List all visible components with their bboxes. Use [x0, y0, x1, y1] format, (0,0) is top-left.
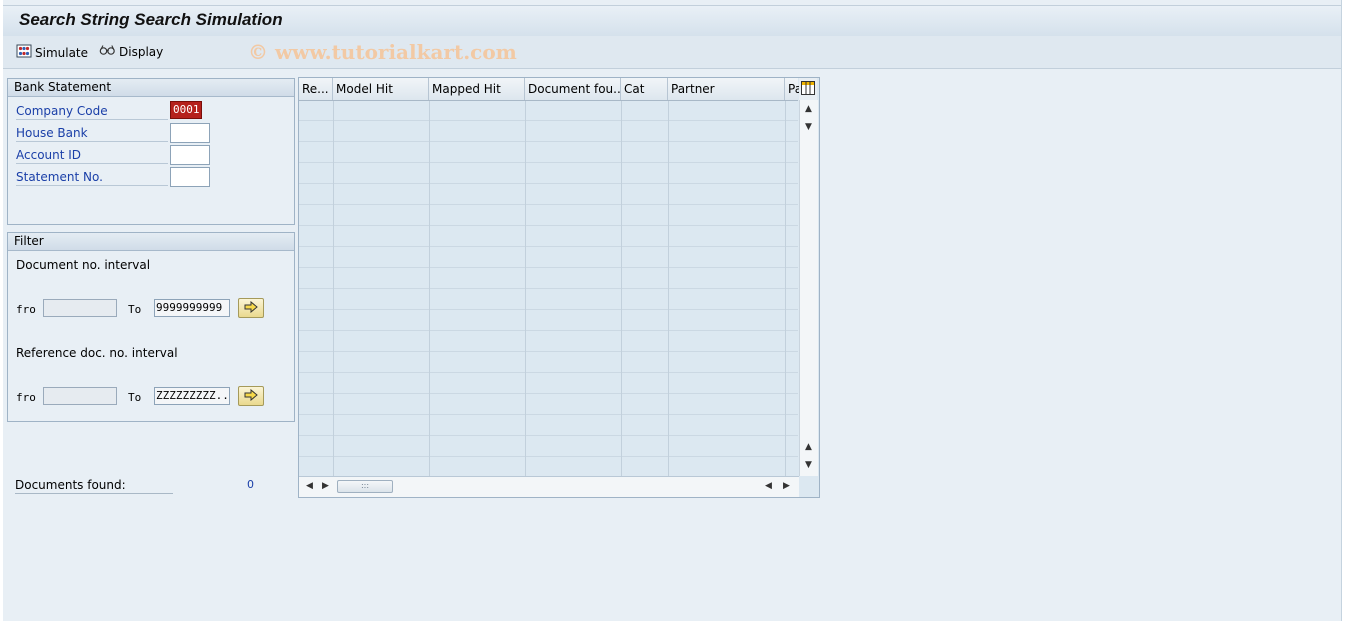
filter-group: Filter Document no. interval fro To 9999…	[7, 232, 295, 422]
ref-to-label: To	[128, 391, 142, 404]
screen-canvas: Search String Search Simulation Simulate	[3, 0, 1342, 621]
glasses-icon	[99, 44, 116, 59]
column-header-pa[interactable]: Pa	[785, 78, 799, 100]
simulate-icon	[16, 44, 32, 61]
grid-body[interactable]	[299, 101, 798, 478]
column-divider	[429, 101, 430, 476]
table-row[interactable]	[299, 185, 798, 205]
ref-interval-label: Reference doc. no. interval	[16, 346, 178, 360]
table-row[interactable]	[299, 458, 798, 478]
scroll-right-end-icon[interactable]: ▶	[783, 481, 790, 491]
account-id-label: Account ID	[16, 148, 82, 162]
table-row[interactable]	[299, 269, 798, 289]
bank-statement-group: Bank Statement Company Code 0001 House B…	[7, 78, 295, 225]
table-row[interactable]	[299, 353, 798, 373]
table-row[interactable]	[299, 395, 798, 415]
simulate-button[interactable]: Simulate	[16, 44, 88, 61]
layout-settings-icon	[801, 80, 815, 98]
doc-to-label: To	[128, 303, 142, 316]
house-bank-underline	[16, 141, 168, 142]
table-row[interactable]	[299, 164, 798, 184]
column-divider	[785, 101, 786, 476]
scroll-left-icon[interactable]: ◀	[306, 481, 313, 491]
grid-header: Re... Model Hit Mapped Hit Document fou.…	[299, 78, 799, 101]
house-bank-label: House Bank	[16, 126, 88, 140]
scroll-page-up-icon[interactable]: ▲	[805, 442, 812, 452]
scroll-right-icon[interactable]: ▶	[322, 481, 329, 491]
table-row[interactable]	[299, 290, 798, 310]
table-row[interactable]	[299, 374, 798, 394]
display-button[interactable]: Display	[99, 44, 163, 59]
multiple-selection-arrow-icon	[244, 300, 258, 316]
table-row[interactable]	[299, 248, 798, 268]
account-id-underline	[16, 163, 168, 164]
table-row[interactable]	[299, 143, 798, 163]
application-toolbar: Simulate Display © www.tutorialkart.com	[3, 36, 1341, 69]
column-header-partner[interactable]: Partner	[668, 78, 785, 100]
multiple-selection-arrow-icon	[244, 388, 258, 404]
horizontal-scrollbar[interactable]: ◀ ▶ ::: ◀ ▶	[299, 476, 799, 497]
ref-from-label: fro	[16, 391, 36, 404]
bank-statement-title: Bank Statement	[8, 79, 294, 97]
table-row[interactable]	[299, 206, 798, 226]
grid-settings-button[interactable]	[799, 78, 817, 100]
scroll-thumb[interactable]: :::	[337, 480, 393, 493]
column-header-cat[interactable]: Cat	[621, 78, 668, 100]
table-row[interactable]	[299, 101, 798, 121]
statement-no-field[interactable]	[170, 167, 210, 187]
statement-no-underline	[16, 185, 168, 186]
ref-from-field[interactable]	[43, 387, 117, 405]
scroll-left-end-icon[interactable]: ◀	[765, 481, 772, 491]
table-row[interactable]	[299, 437, 798, 457]
column-header-model-hit[interactable]: Model Hit	[333, 78, 429, 100]
doc-from-field[interactable]	[43, 299, 117, 317]
company-code-field[interactable]: 0001	[170, 101, 202, 119]
doc-from-label: fro	[16, 303, 36, 316]
scroll-down-icon[interactable]: ▼	[805, 122, 812, 132]
column-header-mapped-hit[interactable]: Mapped Hit	[429, 78, 525, 100]
title-bar: Search String Search Simulation	[3, 5, 1341, 37]
company-code-label: Company Code	[16, 104, 108, 118]
table-row[interactable]	[299, 332, 798, 352]
table-row[interactable]	[299, 122, 798, 142]
doc-multiple-selection-button[interactable]	[238, 298, 264, 318]
result-grid: Re... Model Hit Mapped Hit Document fou.…	[298, 77, 820, 498]
account-id-field[interactable]	[170, 145, 210, 165]
table-row[interactable]	[299, 416, 798, 436]
column-divider	[621, 101, 622, 476]
column-header-document-found[interactable]: Document fou...	[525, 78, 621, 100]
company-code-underline	[16, 119, 168, 120]
doc-interval-label: Document no. interval	[16, 258, 151, 272]
ref-to-field[interactable]: ZZZZZZZZZ...	[154, 387, 230, 405]
vertical-scrollbar[interactable]: ▲ ▼ ▲ ▼	[799, 100, 818, 476]
house-bank-field[interactable]	[170, 123, 210, 143]
column-divider	[525, 101, 526, 476]
ref-multiple-selection-button[interactable]	[238, 386, 264, 406]
display-label: Display	[119, 44, 164, 59]
column-header-reference[interactable]: Re...	[299, 78, 333, 100]
table-row[interactable]	[299, 311, 798, 331]
doc-to-field[interactable]: 9999999999	[154, 299, 230, 317]
table-row[interactable]	[299, 227, 798, 247]
watermark-text: © www.tutorialkart.com	[248, 40, 517, 64]
statement-no-label: Statement No.	[16, 170, 103, 184]
documents-found-label: Documents found:	[15, 478, 126, 492]
scroll-up-icon[interactable]: ▲	[805, 104, 812, 114]
simulate-label: Simulate	[35, 45, 89, 60]
page-title: Search String Search Simulation	[19, 10, 283, 29]
documents-found-value: 0	[247, 478, 254, 491]
filter-title: Filter	[8, 233, 294, 251]
scroll-page-down-icon[interactable]: ▼	[805, 460, 812, 470]
column-divider	[668, 101, 669, 476]
documents-found-underline	[15, 493, 173, 494]
column-divider	[333, 101, 334, 476]
